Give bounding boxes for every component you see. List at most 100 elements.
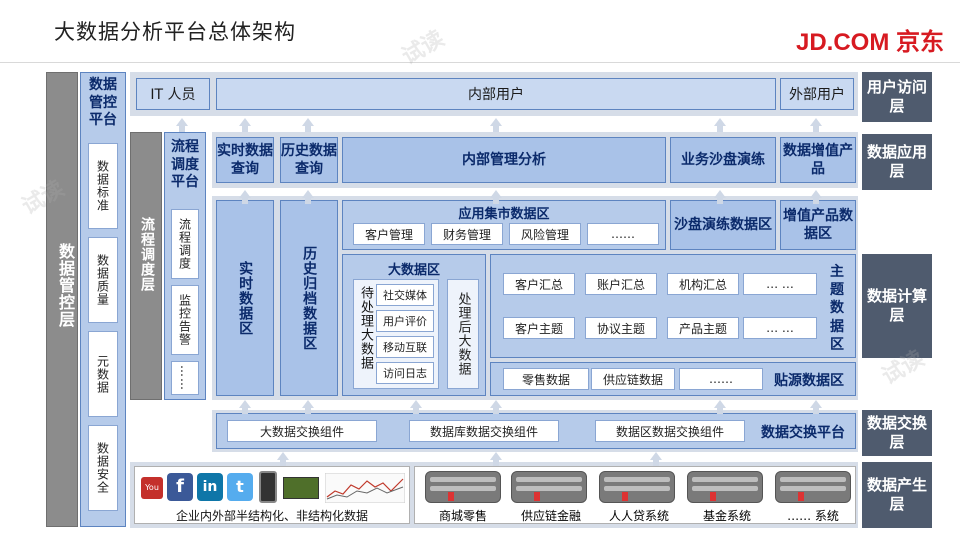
system-label-mall: 商城零售 [438,509,487,523]
theme-item-agreement-theme: 协议主题 [585,317,657,339]
mobile-phone-icon [259,471,277,503]
mgmt-item-security: 数据安全 [88,425,118,511]
database-server-icon [425,471,501,503]
up-arrow-icon [714,400,726,414]
theme-item-account-summary: 账户汇总 [585,273,657,295]
system-label-p2p: 人人贷系统 [608,509,669,523]
exchange-platform-label: 数据交换平台 [761,425,845,441]
it-staff-box: IT 人员 [136,78,210,110]
unstructured-data-panel: You Tube f in t 企业内外部半结构化、非结构化数据 [134,466,410,524]
database-server-icon [511,471,587,503]
theme-item-customer-theme: 客户主题 [503,317,575,339]
sandbox-zone-box: 沙盘演练数据区 [670,200,776,250]
exchange-item-database: 数据库数据交换组件 [409,420,559,442]
up-arrow-icon [810,400,822,414]
processed-bigdata-box: 处理后大数据 [447,279,479,389]
up-arrow-icon [239,190,251,204]
data-mgmt-layer-label: 数据管控层 [56,243,75,328]
bigdata-zone-label: 大数据区 [387,263,440,278]
source-zone-label: 贴源数据区 [774,373,844,389]
up-arrow-icon [490,400,502,414]
history-query-box: 历史数据查询 [280,137,338,183]
source-item-more: …… [679,368,763,390]
sandbox-box: 业务沙盘演练 [670,137,776,183]
up-arrow-icon [176,118,188,132]
pending-item-logs: 访问日志 [376,362,434,384]
theme-item-org-summary: 机构汇总 [667,273,739,295]
data-app-layer-label: 数据应用层 [862,134,932,190]
flow-item-more: …… [171,361,199,395]
mart-item-finance: 财务管理 [431,223,503,245]
mart-item-risk: 风险管理 [509,223,581,245]
data-exchange-layer-label: 数据交换层 [862,410,932,456]
system-label-supply-finance: 供应链金融 [520,509,581,523]
up-arrow-icon [714,118,726,132]
brand-logo: JD.COM 京东 [795,29,944,56]
bigdata-zone-panel: 大数据区 待处理大数据 社交媒体 用户评价 移动互联 访问日志 处理后大数据 [342,254,486,396]
internal-analysis-box: 内部管理分析 [342,137,666,183]
line-chart-icon [325,473,405,503]
data-mgmt-platform-column: 数据管控平台 数据标准 数据质量 元数据 数据安全 [80,72,126,527]
up-arrow-icon [239,400,251,414]
history-zone-box: 历史归档数据区 [280,200,338,396]
up-arrow-icon [650,452,662,466]
mgmt-item-metadata: 元数据 [88,331,118,417]
user-access-layer-label: 用户访问层 [862,72,932,122]
youtube-icon: You Tube [141,477,163,514]
system-label-more: …… 系统 [787,509,839,523]
source-item-retail: 零售数据 [503,368,589,390]
pending-bigdata-label: 待处理大数据 [358,286,373,370]
theme-item-customer-summary: 客户汇总 [503,273,575,295]
database-server-icon [775,471,851,503]
twitter-icon: t [227,473,253,501]
mgmt-item-standard: 数据标准 [88,143,118,229]
exchange-item-bigdata: 大数据交换组件 [227,420,377,442]
up-arrow-icon [239,118,251,132]
facebook-icon: f [167,473,193,501]
pending-item-reviews: 用户评价 [376,310,434,332]
theme-item-product-theme: 产品主题 [667,317,739,339]
system-label-fund: 基金系统 [702,509,751,523]
up-arrow-icon [410,400,422,414]
exchange-item-datazone: 数据区数据交换组件 [595,420,745,442]
up-arrow-icon [810,190,822,204]
watermark: 试读 [397,26,449,70]
theme-zone-label: 主题数据区 [830,264,844,353]
theme-item-more-1: … … [743,273,817,295]
flow-layer-column: 流程调度层 [130,132,162,400]
database-server-icon [599,471,675,503]
up-arrow-icon [490,452,502,466]
up-arrow-icon [810,118,822,132]
app-mart-label: 应用集市数据区 [458,207,550,222]
exchange-panel: 大数据交换组件 数据库数据交换组件 数据区数据交换组件 数据交换平台 [216,413,856,449]
realtime-query-box: 实时数据查询 [216,137,274,183]
source-item-supply-chain: 供应链数据 [591,368,675,390]
circuit-board-icon [283,477,319,499]
data-compute-layer-label: 数据计算层 [862,254,932,358]
internal-users-box: 内部用户 [216,78,776,110]
data-mgmt-layer-column: 数据管控层 [46,72,78,527]
theme-zone-panel: 客户汇总 账户汇总 机构汇总 … … 客户主题 协议主题 产品主题 … … 主题… [490,254,856,358]
flow-item-monitoring: 监控告警 [171,285,199,355]
data-mgmt-platform-label: 数据管控平台 [89,77,117,128]
data-produce-layer-label: 数据产生层 [862,462,932,528]
unstructured-data-label: 企业内外部半结构化、非结构化数据 [175,509,368,523]
linkedin-icon: in [197,473,223,501]
flow-layer-label: 流程调度层 [139,217,155,292]
systems-panel: 商城零售 供应链金融 人人贷系统 基金系统 …… 系统 [414,466,856,524]
pending-bigdata-box: 待处理大数据 社交媒体 用户评价 移动互联 访问日志 [353,279,439,389]
page-title: 大数据分析平台总体架构 [54,20,296,44]
header-divider [0,62,960,63]
mart-item-customer: 客户管理 [353,223,425,245]
up-arrow-icon [490,190,502,204]
value-zone-box: 增值产品数据区 [780,200,856,250]
app-mart-panel: 应用集市数据区 客户管理 财务管理 风险管理 …… [342,200,666,250]
realtime-zone-box: 实时数据区 [216,200,274,396]
flow-item-scheduling: 流程调度 [171,209,199,279]
source-zone-panel: 零售数据 供应链数据 …… 贴源数据区 [490,362,856,396]
up-arrow-icon [302,400,314,414]
up-arrow-icon [490,118,502,132]
up-arrow-icon [302,118,314,132]
flow-platform-column: 流程调度平台 流程调度 监控告警 …… [164,132,206,400]
up-arrow-icon [302,190,314,204]
